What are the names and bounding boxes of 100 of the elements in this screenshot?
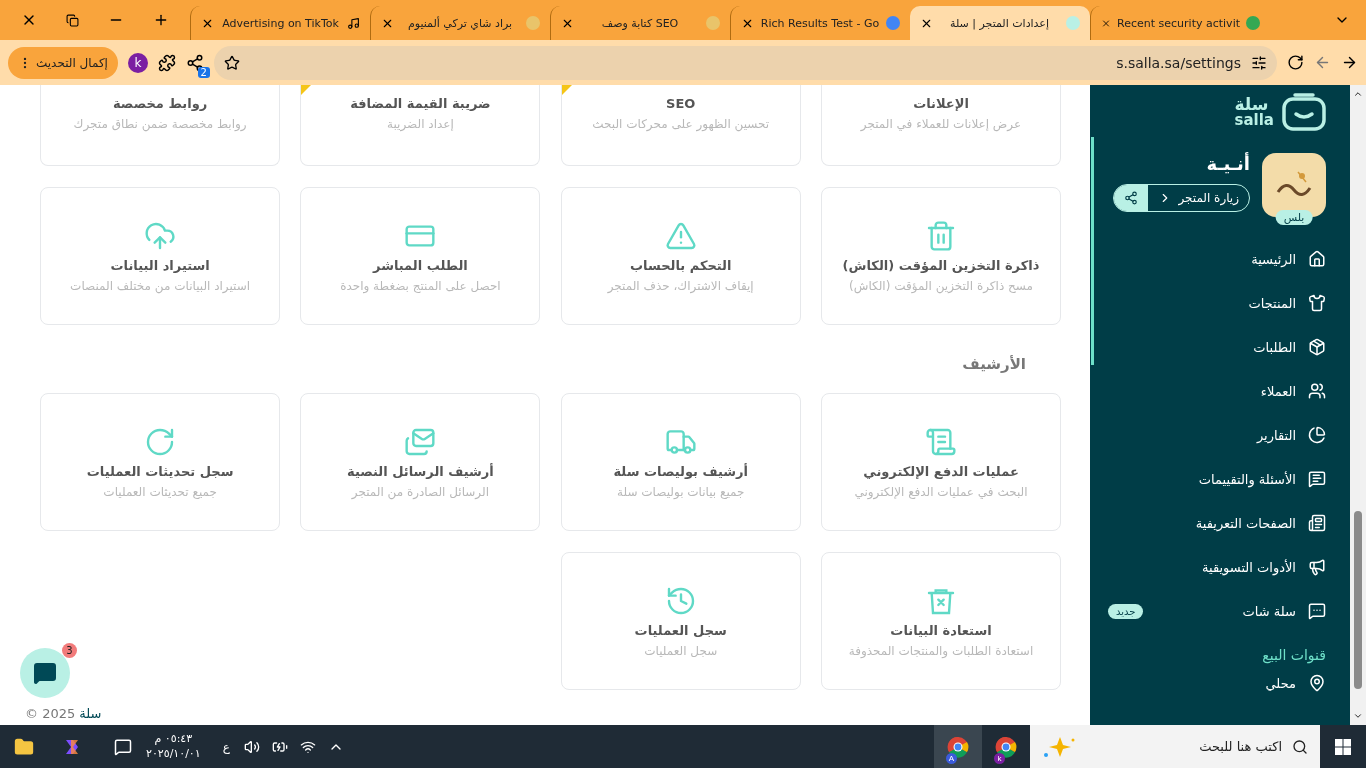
card-title: ضريبة القيمة المضافة: [350, 96, 491, 111]
back-icon[interactable]: [1341, 54, 1358, 71]
sidebar-item[interactable]: الصفحات التعريفية: [1108, 501, 1326, 545]
menu-icon: [1308, 294, 1326, 312]
new-badge: جديد: [1108, 603, 1144, 619]
settings-card[interactable]: روابط مخصصة روابط مخصصة ضمن نطاق متجرك: [40, 85, 281, 166]
card-title: الإعلانات: [913, 96, 969, 111]
card-subtitle: استعادة الطلبات والمنتجات المحذوفة: [848, 643, 1034, 658]
card-subtitle: احصل على المنتج بضغطة واحدة: [340, 278, 501, 293]
section-title: الأرشيف: [961, 355, 1026, 373]
map-pin-icon: [1308, 674, 1326, 692]
browser-tab[interactable]: إعدادات المتجر | سلة: [910, 6, 1090, 40]
card-title: SEO: [666, 96, 696, 111]
card-title: سجل تحديثات العمليات: [86, 463, 234, 479]
chrome-taskbar-button[interactable]: k: [982, 725, 1030, 768]
chrome-taskbar-button[interactable]: A: [934, 725, 982, 768]
card-title: سجل العمليات: [634, 622, 727, 638]
sidebar-item[interactable]: محلي: [1108, 669, 1326, 697]
settings-card[interactable]: سجل العمليات سجل العمليات: [560, 552, 801, 690]
card-subtitle: مسح ذاكرة التخزين المؤقت (الكاش): [849, 278, 1033, 293]
sidebar-item[interactable]: التقارير: [1108, 413, 1326, 457]
sidebar-item[interactable]: الرئيسية: [1108, 237, 1326, 281]
logo-icon: [1282, 93, 1326, 131]
chrome-icon: [947, 735, 969, 758]
card-subtitle: إيقاف الاشتراك، حذف المتجر: [607, 278, 754, 293]
taskbar-search-field[interactable]: اكتب هنا للبحث: [1030, 725, 1320, 768]
sidebar-item[interactable]: المنتجات: [1108, 281, 1326, 325]
settings-card[interactable]: أرشيف بوليصات سلة جميع بيانات بوليصات سلة: [560, 393, 801, 531]
settings-card[interactable]: ذاكرة التخزين المؤقت (الكاش) مسح ذاكرة التخزين المؤقت (الكاش): [821, 187, 1061, 325]
card-subtitle: إعداد الضريبة: [387, 117, 454, 131]
plan-badge: بلس: [1275, 210, 1313, 225]
restore-icon[interactable]: [65, 13, 79, 27]
site-settings-icon[interactable]: [1251, 54, 1267, 71]
profile-badge: A: [946, 753, 957, 764]
menu-icon: [1308, 338, 1326, 356]
sidebar-item[interactable]: سلة شات جديد: [1108, 589, 1326, 633]
settings-card[interactable]: الطلب المباشر احصل على المنتج بضغطة واحدة: [300, 187, 541, 325]
settings-card[interactable]: استعادة البيانات استعادة الطلبات والمنتجات المحذوفة: [821, 552, 1061, 690]
card-subtitle: الرسائل الصادرة من المتجر: [351, 484, 489, 499]
search-icon: [1292, 738, 1308, 755]
settings-card[interactable]: أرشيف الرسائل النصية الرسائل الصادرة من المتجر: [300, 393, 541, 531]
chat-badge: 3: [62, 643, 77, 658]
bookmark-star-icon[interactable]: [223, 54, 240, 71]
sidebar-item[interactable]: العملاء: [1108, 369, 1326, 413]
chat-icon: [33, 661, 57, 685]
settings-card[interactable]: سجل تحديثات العمليات جميع تحديثات العمليات: [40, 393, 281, 531]
settings-card[interactable]: الإعلانات عرض إعلانات للعملاء في المتجر: [821, 85, 1061, 166]
favicon-icon: [886, 16, 900, 30]
card-subtitle: سجل العمليات: [644, 643, 718, 658]
menu-icon: [1308, 250, 1326, 268]
chat-button[interactable]: [20, 648, 70, 698]
language-indicator[interactable]: ع: [222, 739, 230, 754]
share-button[interactable]: [1114, 185, 1149, 211]
settings-card[interactable]: عمليات الدفع الإلكتروني البحث في عمليات الدفع الإلكتروني: [821, 393, 1061, 531]
copyright-text: © 2025: [25, 706, 76, 721]
menu-icon: [1308, 470, 1326, 488]
address-bar[interactable]: s.salla.sa/settings: [213, 45, 1277, 80]
puzzle-icon[interactable]: [157, 53, 176, 72]
profile-avatar[interactable]: k: [127, 52, 148, 73]
sidebar-item[interactable]: الأدوات التسويقية: [1108, 545, 1326, 589]
settings-card[interactable]: التحكم بالحساب إيقاف الاشتراك، حذف المتجر: [560, 187, 801, 325]
volume-icon[interactable]: [243, 738, 260, 755]
folder-icon: [14, 736, 34, 757]
notifications-icon[interactable]: [114, 737, 132, 756]
card-subtitle: جميع بيانات بوليصات سلة: [617, 484, 745, 499]
card-subtitle: تحسين الظهور على محركات البحث: [592, 117, 770, 131]
card-icon: [925, 219, 957, 252]
scroll-up-icon[interactable]: [1353, 89, 1363, 99]
share-icon: [1124, 191, 1139, 205]
card-title: عمليات الدفع الإلكتروني: [863, 463, 1019, 479]
extension-badge: 2: [197, 66, 210, 78]
scrollbar-thumb[interactable]: [1354, 511, 1362, 689]
windows-logo-icon: [1335, 738, 1351, 755]
card-title: استعادة البيانات: [890, 622, 992, 638]
forward-icon[interactable]: [1314, 54, 1331, 71]
card-subtitle: جميع تحديثات العمليات: [103, 484, 217, 499]
reload-icon[interactable]: [1287, 54, 1304, 71]
update-button[interactable]: إكمال التحديث: [8, 46, 118, 79]
card-subtitle: استيراد البيانات من مختلف المنصات: [70, 278, 251, 293]
menu-icon: [1308, 602, 1326, 620]
settings-card[interactable]: ضريبة القيمة المضافة إعداد الضريبة: [300, 85, 541, 166]
favicon-icon: [1066, 16, 1080, 30]
scroll-down-icon[interactable]: [1353, 711, 1363, 721]
favicon-icon: [1246, 16, 1260, 30]
card-title: الطلب المباشر: [373, 257, 468, 273]
logo-text: سلة: [1234, 96, 1269, 113]
logo-text: salla: [1234, 113, 1274, 128]
section-title: قنوات البيع: [1261, 647, 1326, 663]
brand-link[interactable]: سلة: [79, 706, 102, 721]
settings-card[interactable]: استيراد البيانات استيراد البيانات من مختلف المنصات: [40, 187, 281, 325]
menu-icon: [1308, 558, 1326, 576]
sidebar-item[interactable]: الطلبات: [1108, 325, 1326, 369]
music-note-icon: [347, 16, 360, 30]
favicon-icon: [526, 16, 540, 30]
clock[interactable]: ٠٥:٤٣ م ٢٠٢٥/١٠/٠١: [146, 732, 201, 761]
card-title: أرشيف الرسائل النصية: [347, 463, 494, 479]
sidebar-item[interactable]: الأسئلة والتقييمات: [1108, 457, 1326, 501]
card-subtitle: عرض إعلانات للعملاء في المتجر: [860, 117, 1022, 131]
scrollbar[interactable]: [1350, 85, 1366, 725]
card-title: ذاكرة التخزين المؤقت (الكاش): [842, 257, 1040, 273]
